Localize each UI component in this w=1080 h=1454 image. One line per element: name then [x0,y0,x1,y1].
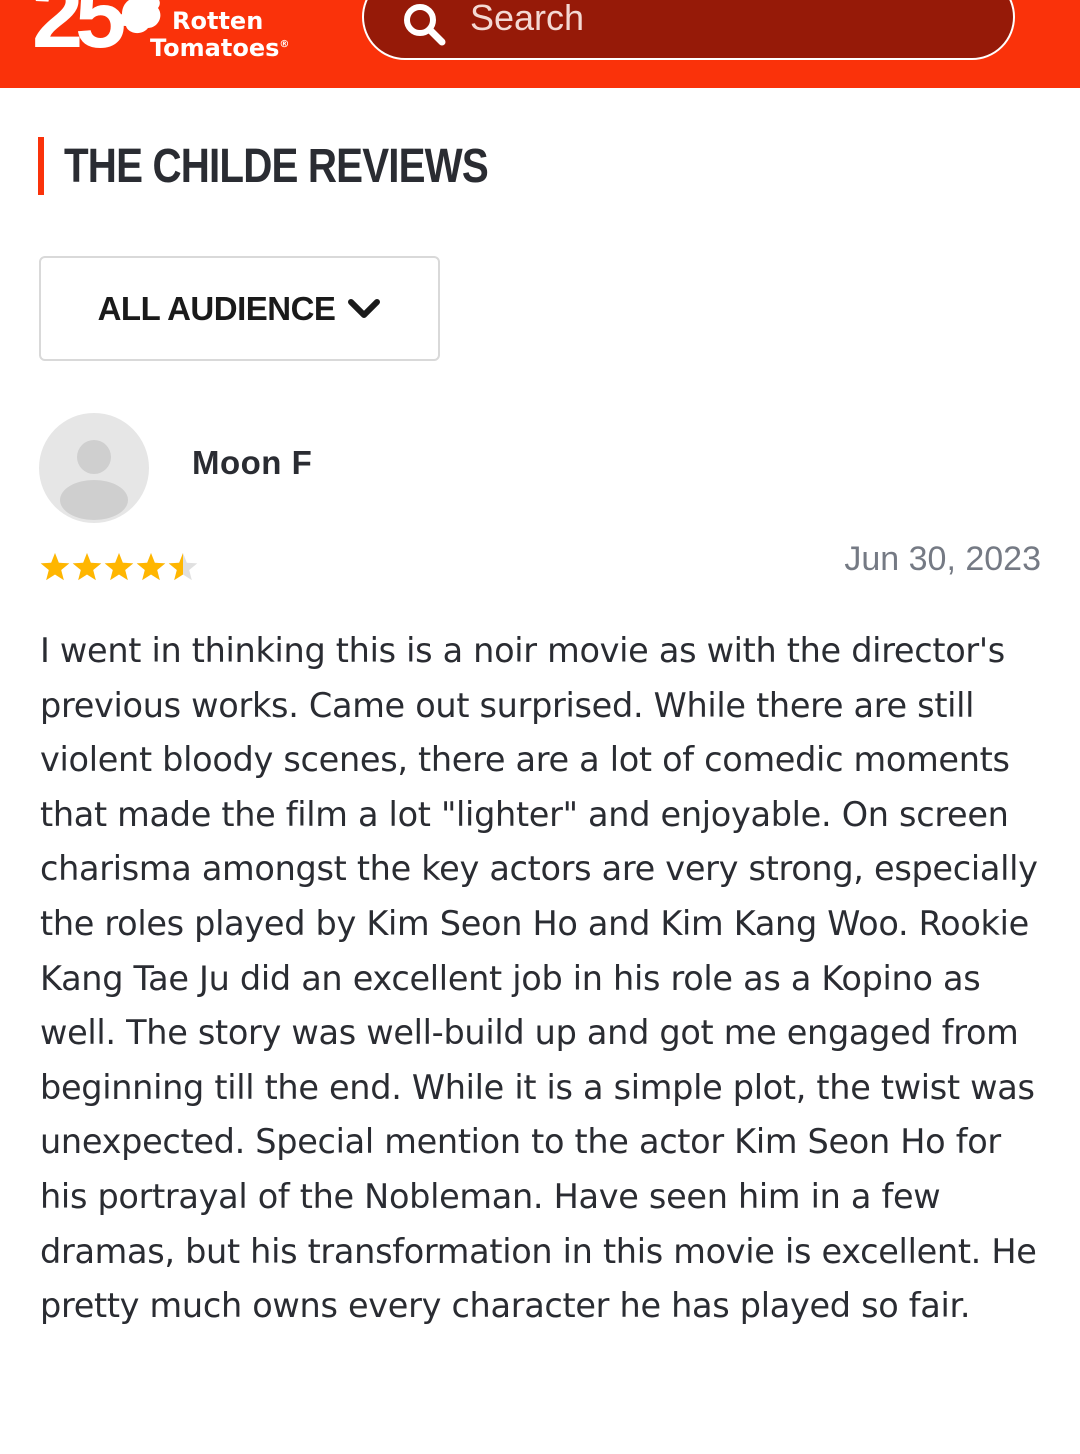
title-accent-bar [38,137,44,195]
search-bar[interactable]: Search [362,0,1015,60]
logo-wordmark: Rotten Tomatoes® [150,7,290,62]
chevron-down-icon [348,298,381,318]
user-placeholder-icon [60,440,128,520]
top-nav-bar: 25 Rotten Tomatoes® Search [0,0,1080,88]
reviewer-name[interactable]: Moon F [192,444,312,482]
audience-filter-dropdown[interactable]: ALL AUDIENCE [39,256,440,361]
search-input[interactable]: Search [470,0,584,38]
star-full-icon [136,553,166,581]
audience-filter-label: ALL AUDIENCE [97,289,336,327]
search-icon [404,4,446,46]
logo-number: 25 [32,0,126,67]
logo-line-1: Rotten [172,7,264,35]
star-full-icon [104,553,134,581]
page-title: THE CHILDE REVIEWS [64,139,489,193]
star-rating [40,553,198,581]
star-full-icon [72,553,102,581]
logo-line-2: Tomatoes [150,34,280,62]
reviewer-avatar[interactable] [39,413,149,523]
logo-registered-mark: ® [279,39,290,50]
review-date: Jun 30, 2023 [844,540,1041,578]
review-text: I went in thinking this is a noir movie … [40,631,1038,1326]
star-full-icon [40,553,70,581]
page-title-block: THE CHILDE REVIEWS [38,136,569,196]
rotten-tomatoes-logo[interactable]: 25 Rotten Tomatoes® [30,0,330,70]
